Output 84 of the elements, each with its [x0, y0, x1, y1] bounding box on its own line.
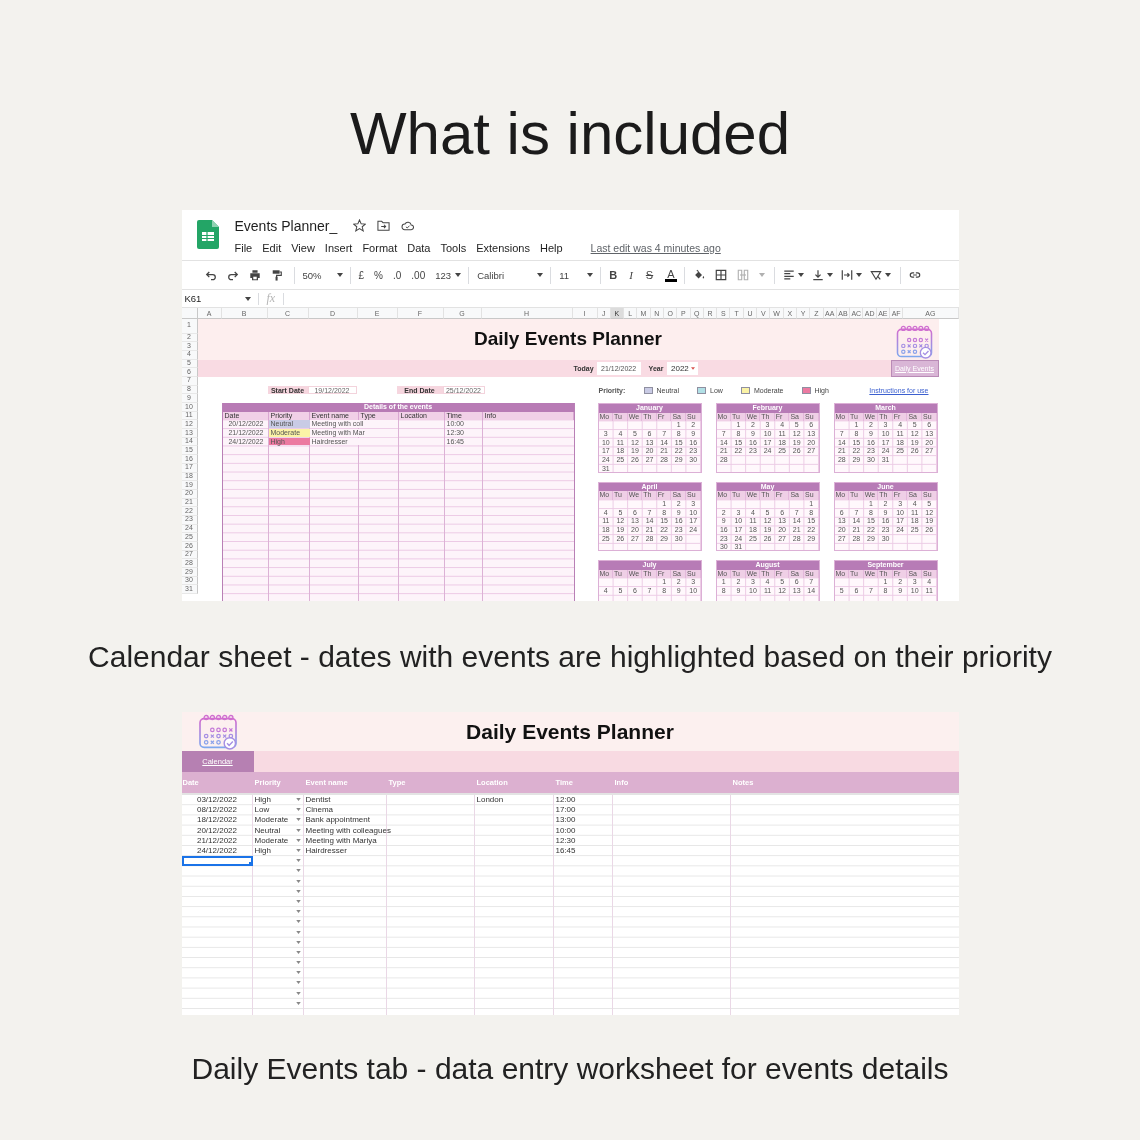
text-rotation-icon[interactable]: [869, 269, 882, 281]
last-edit-link[interactable]: Last edit was 4 minutes ago: [590, 241, 721, 254]
table-cell-text: Hairdresser: [304, 845, 348, 856]
text-wrap-icon[interactable]: [840, 269, 853, 281]
menu-item[interactable]: Insert: [324, 241, 353, 254]
table-cell-text: 10:00: [554, 825, 577, 835]
table-cell-text: 21/12/2022: [195, 835, 238, 845]
caret-icon: [336, 273, 343, 277]
caret-icon[interactable]: [884, 273, 891, 277]
undo-icon[interactable]: [204, 269, 217, 281]
table-cell-text: Bank appointment: [304, 815, 371, 825]
font-size-dropdown[interactable]: 11: [559, 269, 594, 281]
table-cell-text: 03/12/2022: [195, 795, 238, 805]
caret-icon: [690, 366, 695, 370]
folder-arrow-icon[interactable]: [377, 219, 391, 232]
table-cell-text: Dentist: [304, 795, 332, 805]
caret-icon: [244, 296, 251, 301]
text-color-tool[interactable]: A: [665, 268, 677, 282]
decrease-decimals-tool[interactable]: .0: [392, 269, 402, 281]
formula-label: fx: [266, 291, 276, 306]
priority-dropdown[interactable]: Moderate: [252, 815, 304, 825]
selected-cell[interactable]: [181, 856, 253, 867]
caret-icon: [455, 273, 462, 277]
year-dropdown[interactable]: 2022: [667, 361, 699, 375]
priority-dropdown[interactable]: Neutral: [252, 825, 304, 835]
name-box[interactable]: K61: [181, 293, 258, 304]
caret-icon[interactable]: [797, 273, 804, 277]
table-cell-text: 18/12/2022: [195, 815, 238, 825]
table-cell-text: 24/12/2022: [195, 845, 238, 856]
italic-tool[interactable]: I: [629, 269, 633, 281]
caret-icon: [537, 273, 544, 277]
align-left-icon[interactable]: [782, 269, 795, 281]
table-cell-text: 16:45: [554, 845, 577, 856]
caption: Calendar sheet - dates with events are highlighted based on their priority: [88, 639, 1052, 675]
menu-item[interactable]: Help: [539, 241, 563, 254]
link-icon[interactable]: [908, 269, 921, 281]
calendar-icon: [197, 713, 238, 750]
spreadsheet-file-icon[interactable]: [196, 220, 219, 249]
menu-item[interactable]: Format: [362, 241, 398, 254]
zoom-dropdown[interactable]: 50%: [302, 269, 343, 281]
table-cell-text: London: [475, 795, 505, 805]
priority-dropdown[interactable]: High: [252, 845, 304, 856]
table-cell-text: Meeting with Mariya: [304, 835, 378, 845]
paint-roller-icon[interactable]: [270, 269, 283, 281]
fill-handle-icon[interactable]: [248, 862, 253, 867]
table-cell-text: 20/12/2022: [195, 825, 238, 835]
table-cell-text: 08/12/2022: [195, 805, 238, 815]
calendar-icon: [895, 324, 933, 359]
number-format-dropdown[interactable]: 123: [435, 269, 462, 281]
planner-title: Daily Events Planner: [474, 328, 662, 351]
currency-format-tool[interactable]: £: [358, 269, 365, 281]
percent-format-tool[interactable]: %: [374, 269, 383, 281]
caption: Daily Events tab - data entry worksheet for events details: [191, 1051, 949, 1087]
menu-item[interactable]: Tools: [440, 241, 467, 254]
caret-icon[interactable]: [826, 273, 833, 277]
merge-cells-icon[interactable]: [736, 269, 749, 281]
priority-dropdown[interactable]: Moderate: [252, 835, 304, 845]
priority-dropdown[interactable]: High: [252, 795, 304, 805]
page-heading: What is included: [349, 99, 791, 169]
menu-item[interactable]: File: [234, 241, 253, 254]
borders-icon[interactable]: [714, 269, 727, 281]
table-cell-text: 13:00: [554, 815, 577, 825]
star-icon[interactable]: [353, 219, 367, 232]
caret-icon[interactable]: [855, 273, 862, 277]
strikethrough-tool[interactable]: S: [645, 269, 654, 281]
menu-item[interactable]: Edit: [262, 241, 282, 254]
table-cell-text: 12:30: [554, 835, 577, 845]
menu-item[interactable]: View: [291, 241, 315, 254]
planner-title: Daily Events Planner: [466, 719, 674, 744]
font-dropdown[interactable]: Calibri: [477, 269, 544, 281]
increase-decimals-tool[interactable]: .00: [411, 269, 426, 281]
bold-tool[interactable]: B: [609, 269, 618, 281]
vertical-align-icon[interactable]: [811, 269, 824, 281]
document-title[interactable]: Events Planner_: [234, 217, 338, 234]
menu-item[interactable]: Data: [407, 241, 431, 254]
print-icon[interactable]: [248, 269, 261, 281]
cloud-icon[interactable]: [401, 219, 415, 232]
table-cell-text: 17:00: [554, 805, 577, 815]
table-cell-text: Cinema: [304, 805, 335, 815]
caret-icon: [587, 273, 594, 277]
redo-icon[interactable]: [226, 269, 239, 281]
table-cell-text: 12:00: [554, 795, 577, 805]
menu-item[interactable]: Extensions: [476, 241, 530, 254]
priority-dropdown[interactable]: Low: [252, 805, 304, 815]
